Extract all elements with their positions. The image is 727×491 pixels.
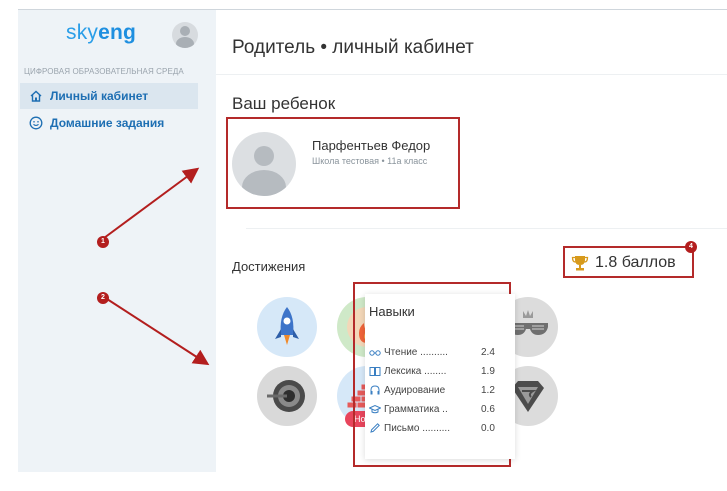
skill-dots: .. [442,403,448,415]
glasses-icon [369,346,381,358]
skill-label: Грамматика [384,403,440,415]
target-badge-icon[interactable] [257,366,317,426]
platform-caption: ЦИФРОВАЯ ОБРАЗОВАТЕЛЬНАЯ СРЕДА [24,67,184,76]
skill-label: Чтение [384,346,418,358]
child-card[interactable]: Парфентьев Федор Школа тестовая • 11а кл… [226,117,460,209]
skill-value: 2.4 [481,346,495,358]
skill-value: 0.6 [481,403,495,415]
skills-title: Навыки [369,304,415,319]
grad-cap-icon [369,403,381,415]
child-avatar [232,132,296,196]
sidebar-item-label: Личный кабинет [50,89,149,103]
score-box: 1.8 баллов [563,246,694,278]
skill-label: Письмо [384,422,420,434]
sidebar-item-cabinet[interactable]: Личный кабинет [20,83,198,109]
page-title: Родитель • личный кабинет [232,37,474,58]
headphones-icon [369,384,381,396]
sidebar-item-label: Домашние задания [50,116,165,130]
book-icon [369,365,381,377]
skill-row-reading: Чтение .......... 2.4 [369,345,495,359]
annotation-marker-2: 2 [97,292,109,304]
child-section-heading: Ваш ребенок [232,94,336,113]
skill-label: Аудирование [384,384,446,396]
score-value: 1.8 баллов [595,254,676,271]
trophy-icon [571,254,589,277]
child-name: Парфентьев Федор [312,138,431,153]
skill-label: Лексика [384,365,422,377]
user-avatar[interactable] [172,22,198,48]
skill-dots: ........ [424,365,447,377]
logo-text-sky: sky [66,21,99,44]
divider [246,228,727,229]
skill-value: 0.0 [481,422,495,434]
home-icon [28,88,44,104]
annotation-marker-1: 1 [97,236,109,248]
smile-icon [28,115,44,131]
skills-panel: Навыки Чтение .......... 2.4 Лексика ...… [353,282,515,467]
skill-dots: .......... [420,346,448,358]
skyeng-logo[interactable]: skyeng [66,21,136,45]
skill-dots: .......... [422,422,450,434]
divider [216,74,727,75]
skill-row-grammar: Грамматика .. 0.6 [369,402,495,416]
achievements-heading: Достижения [232,259,306,274]
logo-text-eng: eng [98,21,137,44]
skill-row-listening: Аудирование 1.2 [369,383,495,397]
skill-row-vocabulary: Лексика ........ 1.9 [369,364,495,378]
annotation-marker-4: 4 [685,241,697,253]
rocket-badge-icon[interactable] [257,297,317,357]
pencil-icon [369,422,381,434]
skill-value: 1.9 [481,365,495,377]
sidebar-item-homework[interactable]: Домашние задания [20,110,198,136]
skill-row-writing: Письмо .......... 0.0 [369,421,495,435]
sidebar: skyeng ЦИФРОВАЯ ОБРАЗОВАТЕЛЬНАЯ СРЕДА Ли… [18,10,216,472]
skill-value: 1.2 [481,384,495,396]
child-school: Школа тестовая • 11а класс [312,156,428,166]
